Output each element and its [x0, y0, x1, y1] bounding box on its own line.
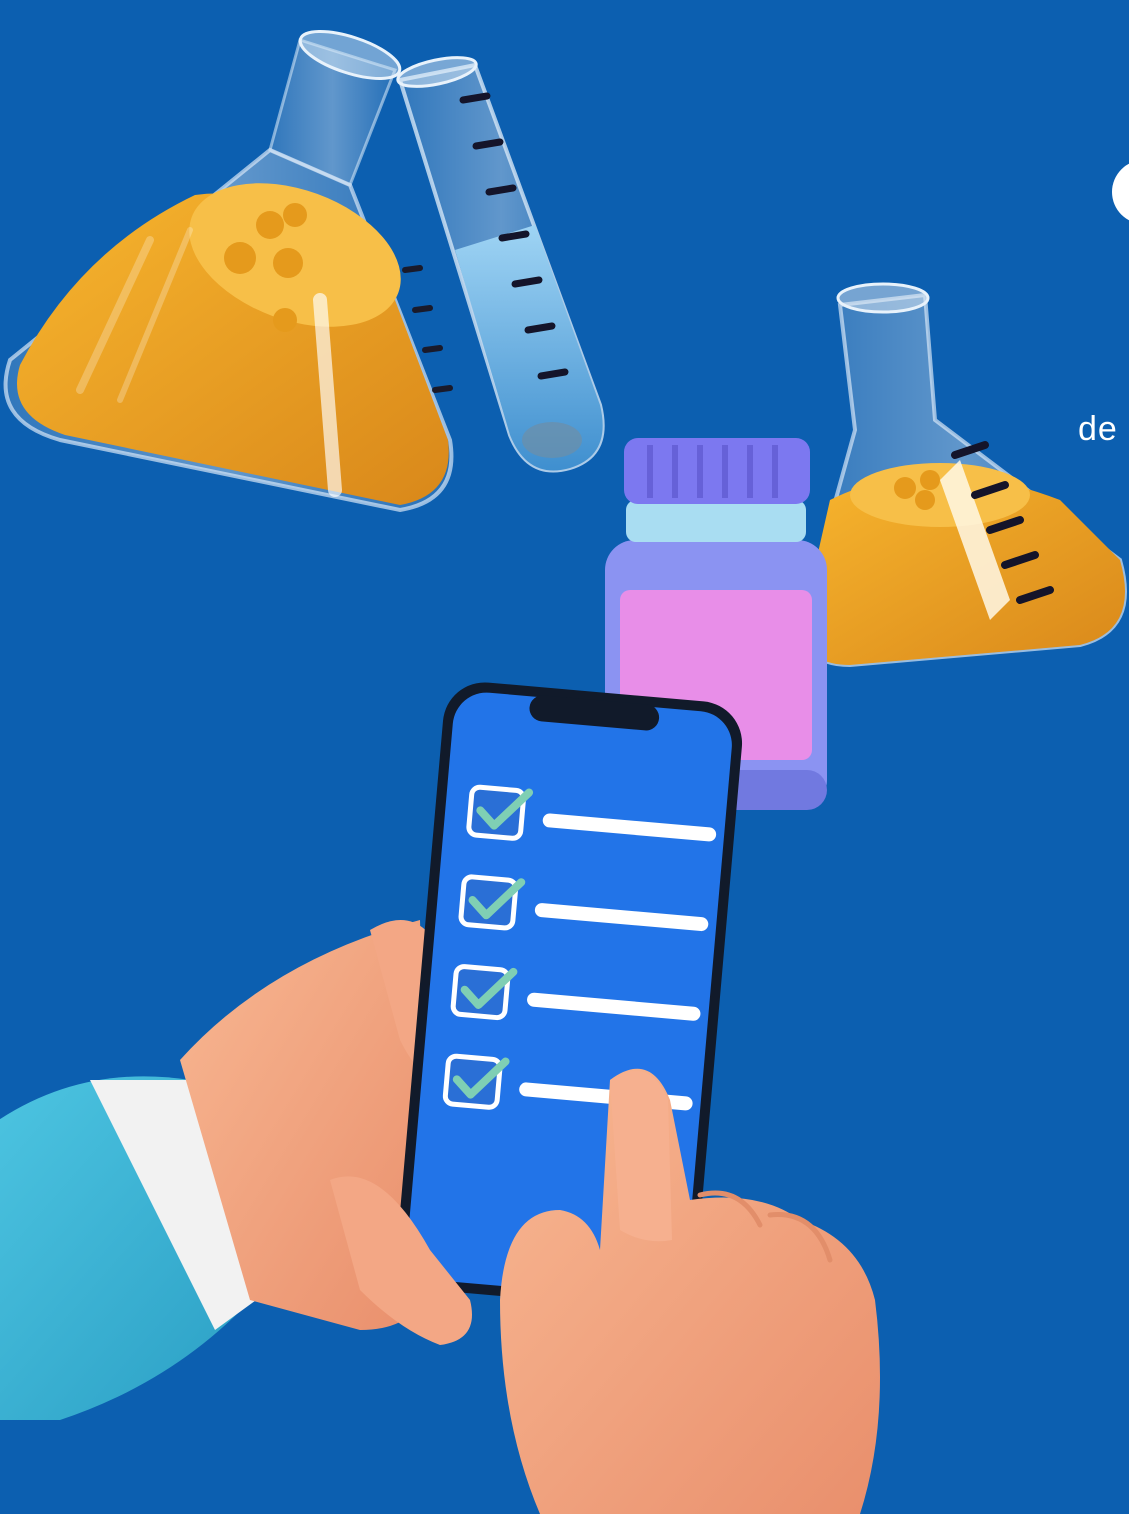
partial-heading-text: de: [1078, 410, 1118, 448]
flask-small-icon: [801, 282, 1127, 668]
scene-svg: [0, 30, 1127, 1514]
flask-large-icon: [3, 30, 454, 513]
left-hand-icon: [0, 920, 445, 1420]
